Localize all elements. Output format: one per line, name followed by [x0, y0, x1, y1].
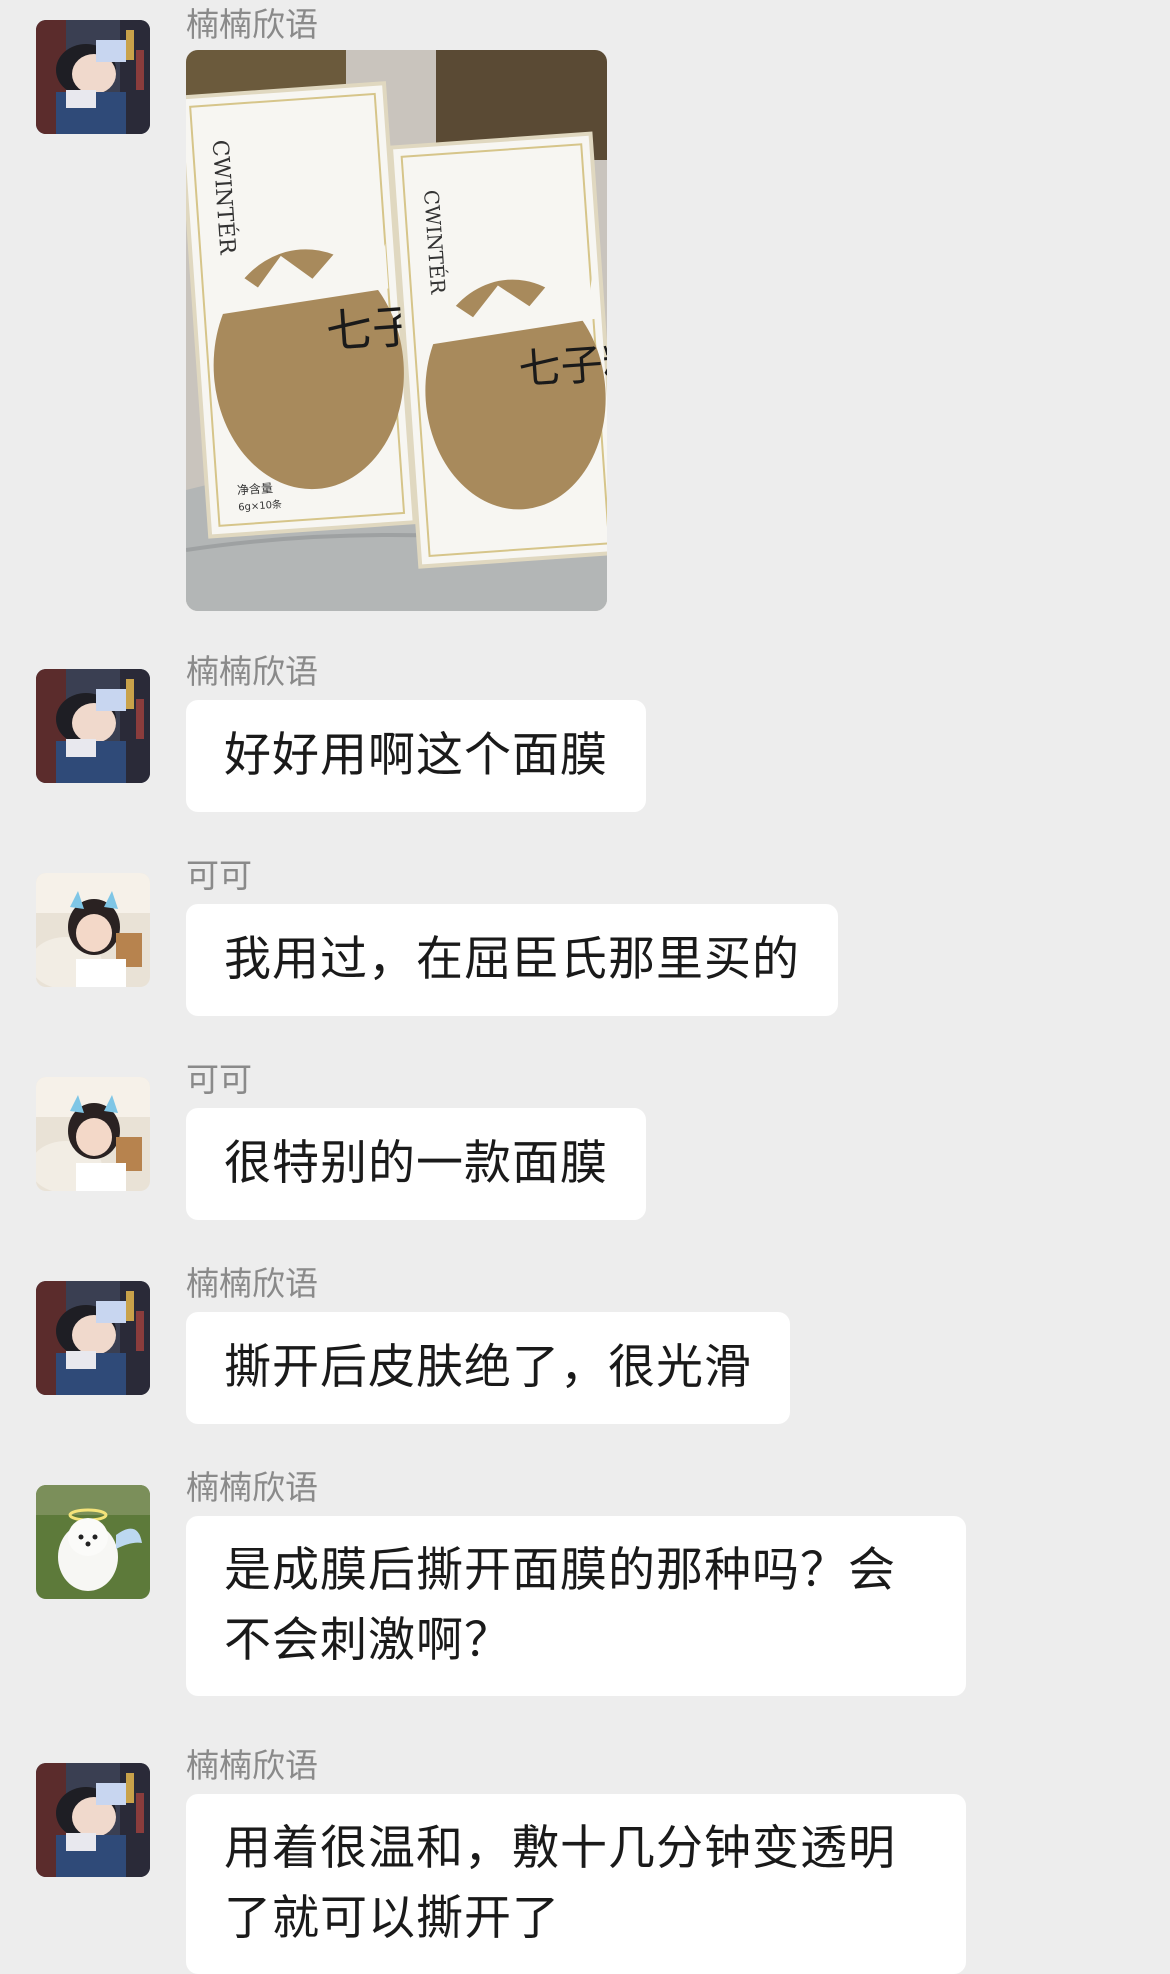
avatar[interactable] [36, 20, 150, 134]
girl-lying-avatar [36, 1281, 150, 1395]
avatar[interactable] [36, 1281, 150, 1395]
sender-name: 楠楠欣语 [186, 1264, 318, 1303]
sender-name: 可可 [186, 1060, 252, 1099]
message-bubble[interactable]: 是成膜后撕开面膜的那种吗？会不会刺激啊？ [186, 1516, 966, 1696]
avatar[interactable] [36, 1763, 150, 1877]
message-bubble[interactable]: 很特别的一款面膜 [186, 1108, 646, 1220]
girl-cat-ears-avatar [36, 873, 150, 987]
chat-message-list[interactable]: 楠楠欣语 七子粉 净含量 6g×10条 CWINTÉR 七子粉 CWINTÉR … [0, 0, 1170, 1974]
girl-lying-avatar [36, 1763, 150, 1877]
avatar[interactable] [36, 1077, 150, 1191]
sender-name: 楠楠欣语 [186, 1746, 318, 1785]
sender-name: 楠楠欣语 [186, 5, 318, 44]
message-bubble[interactable]: 我用过，在屈臣氏那里买的 [186, 904, 838, 1016]
shared-photo[interactable]: 七子粉 净含量 6g×10条 CWINTÉR 七子粉 CWINTÉR [186, 50, 607, 611]
girl-lying-avatar [36, 669, 150, 783]
product-name-text: 七子粉 [517, 336, 607, 394]
sender-name: 可可 [186, 856, 252, 895]
sender-name: 楠楠欣语 [186, 1468, 318, 1507]
avatar[interactable] [36, 873, 150, 987]
message-bubble[interactable]: 撕开后皮肤绝了，很光滑 [186, 1312, 790, 1424]
avatar[interactable] [36, 669, 150, 783]
white-dog-avatar [36, 1485, 150, 1599]
message-bubble[interactable]: 用着很温和，敷十几分钟变透明了就可以撕开了 [186, 1794, 966, 1974]
sender-name: 楠楠欣语 [186, 652, 318, 691]
girl-cat-ears-avatar [36, 1077, 150, 1191]
message-bubble[interactable]: 好好用啊这个面膜 [186, 700, 646, 812]
avatar[interactable] [36, 1485, 150, 1599]
mask-boxes-photo: 七子粉 净含量 6g×10条 CWINTÉR 七子粉 CWINTÉR [186, 50, 607, 611]
girl-lying-avatar [36, 20, 150, 134]
net-weight-label: 净含量 [236, 480, 273, 497]
